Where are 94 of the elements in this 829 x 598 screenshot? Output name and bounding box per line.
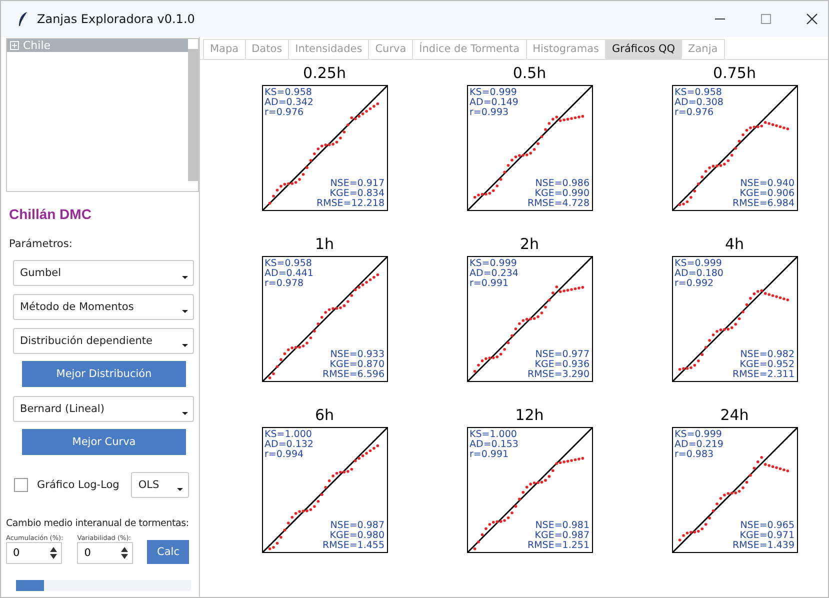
stat-text: AD=0.180 [674,269,724,279]
stat-text: RMSE=12.218 [316,199,384,209]
caret-icon [182,276,188,279]
best-distribution-button[interactable]: Mejor Distribución [22,361,186,387]
best-curve-button[interactable]: Mejor Curva [22,429,186,455]
stat-text: KS=0.999 [674,430,723,440]
stat-text: KGE=0.870 [330,360,384,370]
stat-text: RMSE=6.984 [732,199,794,209]
stat-text: KGE=0.952 [740,360,794,370]
plot-title: 0.75h [713,64,756,82]
stat-text: KGE=0.971 [740,531,794,541]
checkbox-label[interactable]: Gráfico Log-Log [37,479,120,491]
stat-text: KGE=0.834 [330,189,384,199]
stat-text: NSE=0.987 [330,521,384,531]
stat-text: KS=0.999 [674,259,723,269]
tree-item[interactable]: Chile [7,39,188,52]
stat-text: KS=0.999 [470,88,518,98]
stat-text: KGE=0.987 [534,531,590,541]
caret-icon [182,344,188,347]
close-icon[interactable] [806,13,818,25]
stat-text: KGE=0.906 [740,189,794,199]
stat-text: NSE=0.940 [740,179,794,189]
stat-text: RMSE=2.311 [732,370,794,380]
plot-title: 4h [724,235,744,253]
stat-text: RMSE=4.728 [528,199,590,209]
stat-text: NSE=0.977 [535,350,590,360]
stat-text: NSE=0.982 [740,350,794,360]
stat-text: KGE=0.990 [534,189,590,199]
caret-icon [177,488,184,491]
caret-icon [182,310,188,313]
section-label: Cambio medio interanual de tormentas: [6,518,190,529]
dropdown[interactable]: Método de Momentos [13,294,194,320]
stat-text: RMSE=1.439 [732,541,794,551]
stat-text: AD=0.308 [674,98,724,108]
parameters-label: Parámetros: [9,238,74,250]
stat-text: r=0.978 [264,279,305,289]
plot-title: 0.5h [512,64,546,82]
stat-text: AD=0.132 [264,440,314,450]
stat-text: KS=0.958 [264,88,313,98]
stat-text: r=0.993 [470,108,510,118]
maximize-icon[interactable] [760,13,772,25]
stat-text: AD=0.153 [470,440,518,450]
dropdown[interactable]: OLS [131,472,190,498]
up-down-arrows-icon[interactable] [50,546,57,560]
tab[interactable]: Mapa [203,39,246,59]
stat-text: r=0.983 [674,450,715,460]
stat-text: r=0.991 [470,279,510,289]
stat-text: NSE=0.986 [535,179,590,189]
dropdown[interactable]: Gumbel [13,260,194,286]
stat-text: r=0.976 [674,108,715,118]
stat-text: KS=1.000 [470,430,518,440]
stat-text: AD=0.441 [264,269,314,279]
stat-text: KGE=0.936 [534,360,590,370]
stat-text: AD=0.219 [674,440,724,450]
stat-text: KS=0.958 [674,88,723,98]
stat-text: RMSE=1.455 [322,541,384,551]
tab[interactable]: Gráficos QQ [604,39,682,59]
stat-text: r=0.994 [264,450,305,460]
spinner-field[interactable]: 0 [6,542,62,564]
stat-text: KGE=0.980 [330,531,384,541]
station-name: Chillán DMC [9,206,92,222]
checkbox[interactable] [14,478,28,492]
plot-title: 24h [720,406,749,424]
plot-title: 6h [314,406,334,424]
feather-icon [17,11,29,27]
calc-button[interactable]: Calc [147,540,190,564]
spinner-field[interactable]: 0 [77,542,134,564]
stat-text: KS=0.999 [470,259,518,269]
scrollbar[interactable] [188,49,198,181]
stat-text: NSE=0.933 [330,350,384,360]
stat-text: AD=0.149 [470,98,518,108]
tab[interactable]: Zanja [681,39,725,59]
stat-text: KS=0.958 [264,259,313,269]
stat-text: r=0.991 [470,450,510,460]
dropdown[interactable]: Distribución dependiente [13,328,194,354]
stat-text: NSE=0.917 [330,179,384,189]
stat-text: AD=0.342 [264,98,314,108]
plot-title: 0.25h [303,64,346,82]
stat-text: NSE=0.981 [535,521,590,531]
dropdown[interactable]: Bernard (Lineal) [13,396,194,422]
window-title: Zanjas Exploradora v0.1.0 [37,12,195,26]
stat-text: RMSE=1.251 [528,541,590,551]
stat-text: RMSE=3.290 [528,370,590,380]
stat-text: AD=0.234 [470,269,518,279]
plot-title: 2h [520,235,540,253]
stat-text: r=0.992 [674,279,715,289]
stat-text: KS=1.000 [264,430,313,440]
stat-text: RMSE=6.596 [322,370,384,380]
stat-text: NSE=0.965 [740,521,794,531]
caret-icon [182,412,188,415]
plot-title: 12h [515,406,544,424]
stat-text: r=0.976 [264,108,305,118]
up-down-arrows-icon[interactable] [121,546,128,560]
plot-title: 1h [314,235,334,253]
